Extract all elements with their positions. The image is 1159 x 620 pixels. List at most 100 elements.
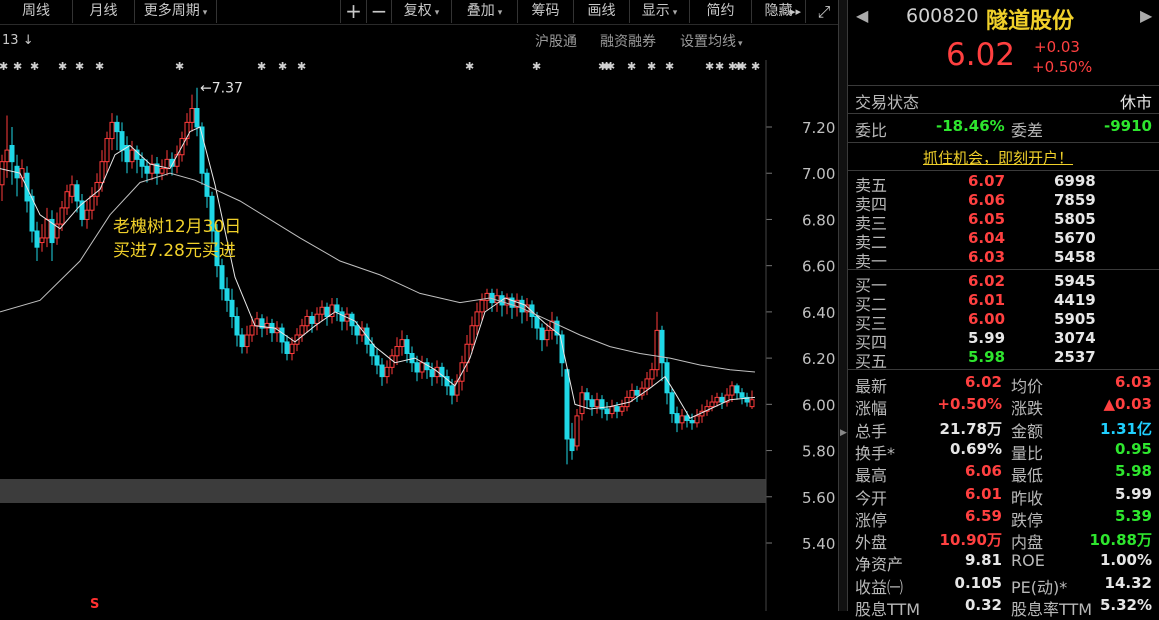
quote-label: 今开 — [855, 488, 888, 508]
candle-body — [464, 343, 470, 364]
quote-value: 6.03 — [1114, 373, 1152, 391]
candle-body — [574, 415, 580, 447]
prev-stock-icon[interactable]: ◀ — [856, 6, 868, 25]
event-marker-icon: ✱ — [278, 60, 287, 73]
candle-body — [279, 327, 285, 343]
quote-row: 最新 6.02 均价 6.03 — [848, 373, 1159, 396]
candle-body — [729, 385, 735, 396]
quote-value: 1.31亿 — [1099, 419, 1152, 438]
quote-label: 股息TTM — [855, 600, 921, 619]
divider — [848, 269, 1159, 270]
level-price: 6.04 — [968, 229, 1006, 247]
candle-body — [289, 343, 295, 354]
quote-value: 1.00% — [1099, 551, 1152, 570]
weibi-row: 委比 -18.46% 委差 -9910 — [848, 117, 1159, 140]
candle-body — [74, 184, 80, 202]
quote-value: 10.88万 — [1089, 531, 1152, 550]
open-account-link[interactable]: 抓住机会，即刻开户！ — [923, 147, 1073, 168]
quote-row: 总手 21.78万 金额 1.31亿 — [848, 418, 1159, 441]
candle-body — [119, 131, 125, 151]
level-volume: 2537 — [1054, 348, 1096, 366]
bid-row[interactable]: 买一 6.02 5945 — [848, 272, 1159, 295]
ask-row[interactable]: 卖三 6.05 5805 — [848, 210, 1159, 233]
bid-row[interactable]: 买三 6.00 5905 — [848, 310, 1159, 333]
candle-body — [374, 355, 380, 366]
candle-body — [249, 325, 255, 336]
y-tick-label: 5.40 — [802, 535, 835, 553]
quote-value: 5.32% — [1099, 596, 1152, 614]
candle-body — [614, 406, 620, 412]
quote-row: 净资产 9.81 ROE 1.00% — [848, 551, 1159, 574]
candle-body — [469, 325, 475, 345]
ask-row[interactable]: 卖四 6.06 7859 — [848, 191, 1159, 214]
candle-body — [709, 401, 715, 408]
quote-value: 5.98 — [1114, 462, 1152, 481]
quote-row: 外盘 10.90万 内盘 10.88万 — [848, 529, 1159, 552]
weibi-label: 委比 — [855, 121, 888, 140]
candle-body — [739, 392, 745, 398]
candle-body — [674, 413, 680, 424]
panel-splitter[interactable]: ▶ — [838, 0, 848, 611]
event-marker-icon: ✱ — [665, 60, 674, 73]
candle-body — [129, 149, 135, 163]
quote-value: 0.105 — [954, 573, 1002, 592]
level-price: 6.06 — [968, 191, 1006, 209]
bid-row[interactable]: 买四 5.99 3074 — [848, 329, 1159, 352]
annotation-text-line1: 老槐树12月30日 — [113, 217, 241, 237]
quote-row: 最高 6.06 最低 5.98 — [848, 462, 1159, 485]
candle-body — [69, 184, 75, 197]
candle-body — [234, 316, 240, 336]
candle-body — [414, 362, 420, 373]
stock-name: 隧道股份 — [986, 9, 1075, 34]
event-marker-icon: ✱ — [297, 60, 306, 73]
candle-body — [534, 316, 540, 329]
candle-body — [584, 392, 590, 401]
candle-body — [419, 362, 425, 373]
y-tick-label: 6.80 — [802, 211, 835, 229]
event-marker-icon: ✱ — [58, 60, 67, 73]
y-tick-label: 5.80 — [802, 443, 835, 461]
event-marker-icon: ✱ — [0, 60, 8, 73]
level-volume: 3074 — [1054, 329, 1096, 347]
next-stock-icon[interactable]: ▶ — [1140, 6, 1152, 25]
candle-body — [39, 237, 45, 244]
quote-label: 均价 — [1011, 377, 1044, 396]
candle-body — [694, 415, 700, 424]
candle-body — [99, 161, 105, 183]
event-marker-icon: ✱ — [627, 60, 636, 73]
event-marker-icon: ✱ — [30, 60, 39, 73]
candle-body — [644, 378, 650, 389]
candle-body — [519, 299, 525, 313]
event-marker-icon: ✱ — [751, 60, 760, 73]
bid-row[interactable]: 买五 5.98 2537 — [848, 348, 1159, 371]
last-price: 6.02 — [946, 37, 1016, 73]
candle-body — [34, 230, 40, 248]
bid-row[interactable]: 买二 6.01 4419 — [848, 291, 1159, 314]
level-volume: 5905 — [1054, 310, 1096, 328]
chart-band — [0, 479, 766, 503]
kline-chart[interactable]: 7.20 7.00 6.80 6.60 6.40 6.20 6.00 5.80 5.60 5.40… — [0, 0, 838, 611]
ask-row[interactable]: 卖一 6.03 5458 — [848, 248, 1159, 271]
expand-arrow-icon[interactable]: ▶ — [840, 428, 847, 438]
quote-row: 今开 6.01 昨收 5.99 — [848, 485, 1159, 508]
candle-body — [84, 209, 90, 220]
quote-label: 涨停 — [855, 510, 888, 530]
candle-body — [219, 265, 225, 290]
candle-body — [454, 380, 460, 396]
candle-body — [244, 334, 250, 348]
quote-value: 6.59 — [964, 506, 1002, 525]
candle-body — [449, 385, 455, 396]
candle-body — [659, 329, 665, 364]
candle-body — [589, 399, 595, 408]
candle-body — [719, 396, 725, 403]
candle-body — [139, 158, 145, 167]
candle-body — [324, 306, 330, 318]
quote-row: 股息TTM 0.32 股息率TTM 5.32% — [848, 596, 1159, 619]
ask-row[interactable]: 卖五 6.07 6998 — [848, 172, 1159, 195]
ask-row[interactable]: 卖二 6.04 5670 — [848, 229, 1159, 252]
quote-label: 金额 — [1011, 421, 1044, 441]
candle-body — [684, 415, 690, 422]
quote-row: 收益㈠ 0.105 PE(动)* 14.32 — [848, 573, 1159, 597]
annotation-text-line2: 买进7.28元买进 — [113, 241, 236, 261]
candle-body — [309, 316, 315, 324]
